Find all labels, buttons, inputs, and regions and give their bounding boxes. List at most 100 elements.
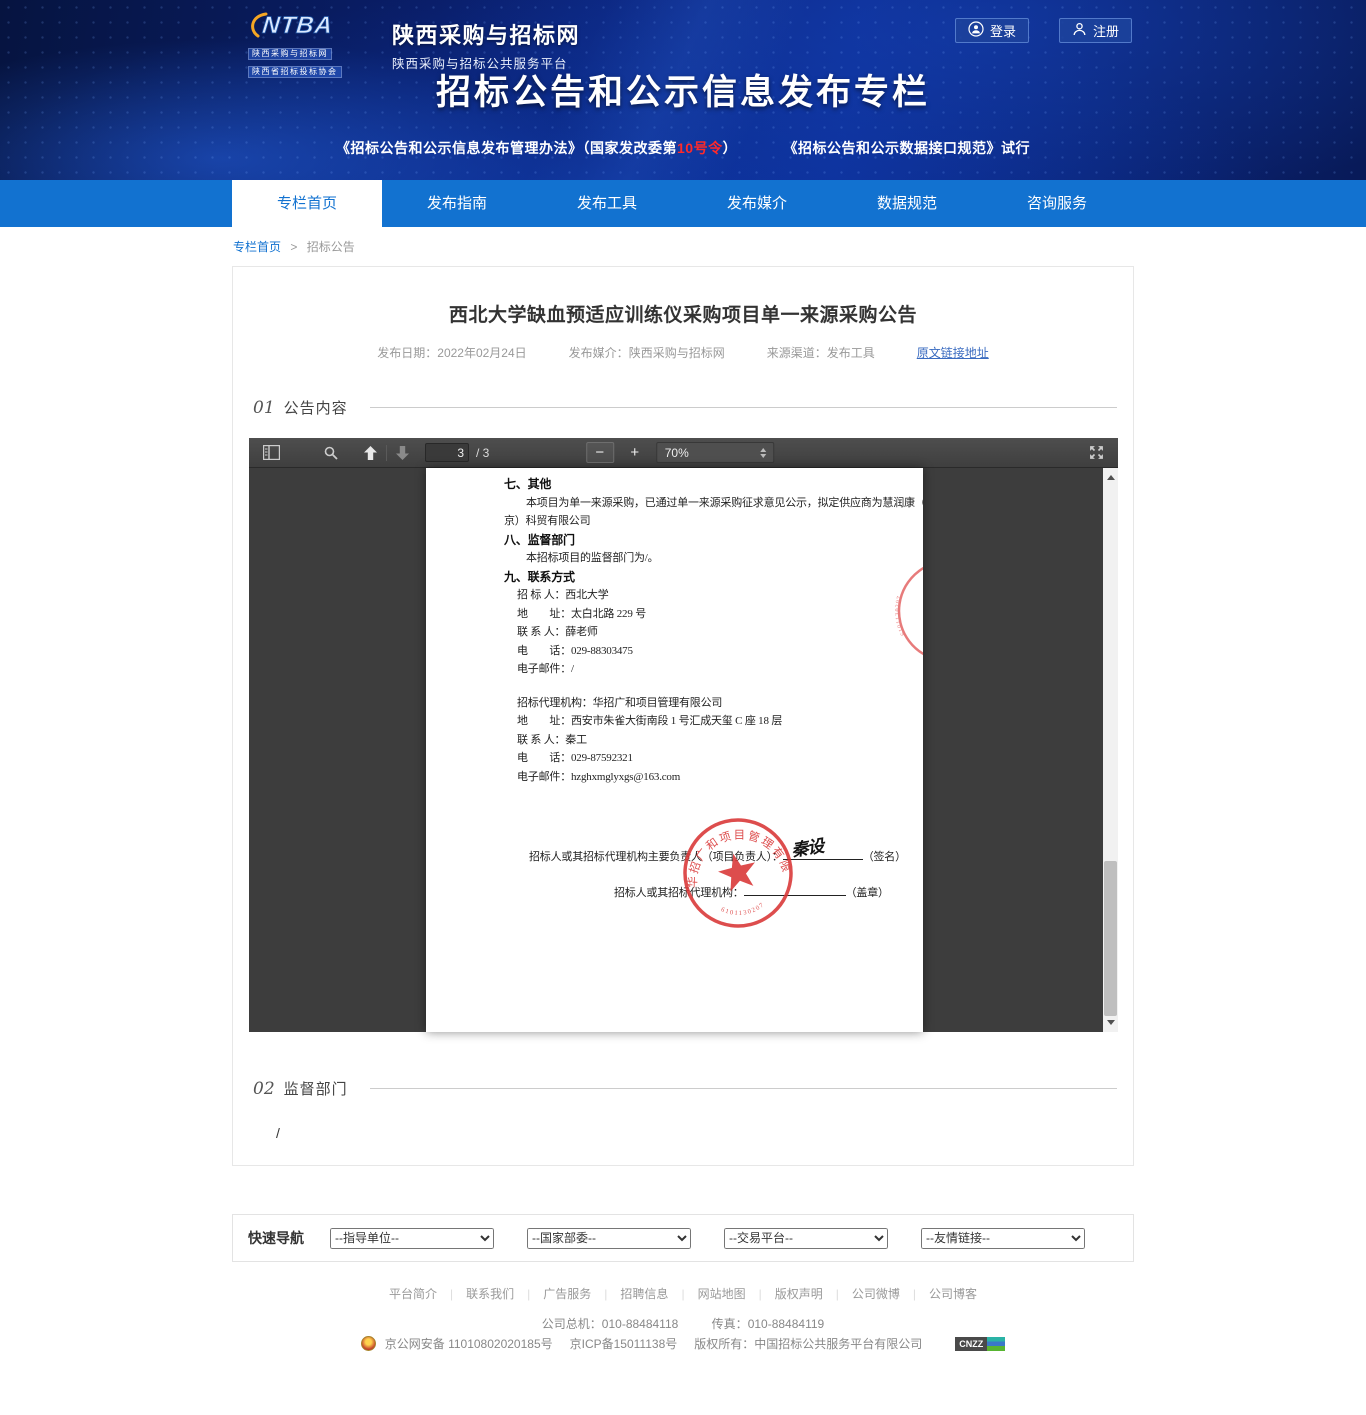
sidebar-toggle-icon <box>263 445 280 460</box>
fullscreen-button[interactable] <box>1089 445 1104 463</box>
nav-tab-5[interactable]: 咨询服务 <box>982 180 1132 227</box>
beian-icp: 京ICP备15011138号 <box>570 1335 678 1352</box>
footer-link-separator: | <box>604 1287 607 1301</box>
section-1-number: 01 <box>253 398 275 418</box>
nav-tab-1[interactable]: 发布指南 <box>382 180 532 227</box>
doc-line: 电子邮件：hzghxmglyxgs@163.com <box>504 768 923 787</box>
doc-line: 联 系 人：秦工 <box>504 731 923 750</box>
nav-tab-2[interactable]: 发布工具 <box>532 180 682 227</box>
section-divider-line <box>370 1088 1117 1089</box>
register-button[interactable]: 注册 <box>1059 18 1132 43</box>
section-1-header: 01 公告内容 <box>253 397 1117 418</box>
main-nav: 专栏首页发布指南发布工具发布媒介数据规范咨询服务 <box>0 180 1366 227</box>
quicknav-select-0[interactable]: --指导单位-- <box>330 1228 494 1249</box>
footer-beian-row: 京公网安备 11010802020185号 京ICP备15011138号 版权所… <box>0 1335 1366 1352</box>
page-down-button[interactable] <box>394 444 411 462</box>
doc-line: 电 话：029-87592321 <box>504 749 923 768</box>
footer-link-4[interactable]: 网站地图 <box>698 1285 746 1302</box>
red-stamp: 华招广和项目管理有限公司 6101130207 <box>676 811 800 935</box>
quicknav-select-3[interactable]: --友情链接-- <box>921 1228 1085 1249</box>
footer-link-separator: | <box>681 1287 684 1301</box>
pdf-page: 七、其他本项目为单一来源采购，已通过单一来源采购征求意见公示，拟定供应商为慧润康… <box>426 468 923 1032</box>
doc-line: 地 址：太白北路 229 号 <box>504 605 923 624</box>
sidebar-toggle-button[interactable] <box>261 443 282 462</box>
pdf-doc-blocks: 七、其他本项目为单一来源采购，已通过单一来源采购征求意见公示，拟定供应商为慧润康… <box>426 468 923 786</box>
footer-link-separator: | <box>913 1287 916 1301</box>
login-user-icon <box>968 21 984 40</box>
doc-line: 联 系 人：薛老师 <box>504 623 923 642</box>
doc-heading: 七、其他 <box>504 475 923 494</box>
site-name: 陕西采购与招标网 <box>392 18 580 50</box>
police-badge-icon <box>361 1336 376 1351</box>
doc-heading: 九、联系方式 <box>504 568 923 587</box>
cnzz-stripes-icon <box>987 1337 1005 1351</box>
footer-link-2[interactable]: 广告服务 <box>543 1285 591 1302</box>
article-container: 西北大学缺血预适应训练仪采购项目单一来源采购公告 发布日期：2022年02月24… <box>232 266 1134 1166</box>
footer-link-7[interactable]: 公司博客 <box>929 1285 977 1302</box>
article-title: 西北大学缺血预适应训练仪采购项目单一来源采购公告 <box>233 300 1133 327</box>
register-user-icon <box>1072 22 1087 40</box>
footer-link-0[interactable]: 平台简介 <box>389 1285 437 1302</box>
page-total: / 3 <box>476 446 489 460</box>
login-button[interactable]: 登录 <box>955 18 1029 43</box>
cnzz-badge[interactable]: CNZZ <box>955 1337 1005 1351</box>
arrow-down-icon <box>396 446 409 460</box>
zoom-in-button[interactable]: + <box>623 442 647 463</box>
nav-tab-3[interactable]: 发布媒介 <box>682 180 832 227</box>
doc-line: 招 标 人：西北大学 <box>504 586 923 605</box>
doc-line: 本招标项目的监督部门为/。 <box>504 549 923 568</box>
zoom-select[interactable]: 70% <box>656 442 774 463</box>
pdf-scrollbar[interactable] <box>1103 468 1118 1032</box>
original-link[interactable]: 原文链接地址 <box>917 344 989 361</box>
breadcrumb-home-link[interactable]: 专栏首页 <box>233 240 281 254</box>
doc-heading: 八、监督部门 <box>504 531 923 550</box>
edge-partial-stamp: 6101130207 <box>891 553 923 673</box>
footer-link-5[interactable]: 版权声明 <box>775 1285 823 1302</box>
footer-phone-row: 公司总机：010-88484118 传真：010-88484119 <box>0 1315 1366 1332</box>
scrollbar-thumb[interactable] <box>1104 861 1117 1016</box>
footer-link-separator: | <box>836 1287 839 1301</box>
scroll-up-arrow[interactable] <box>1103 470 1118 485</box>
publish-date: 发布日期：2022年02月24日 <box>377 344 526 361</box>
footer-link-separator: | <box>527 1287 530 1301</box>
section-2-header: 02 监督部门 <box>253 1078 1117 1099</box>
banner-subtitle-highlight: 10号令 <box>677 140 723 156</box>
quicknav-select-2[interactable]: --交易平台-- <box>724 1228 888 1249</box>
footer-link-3[interactable]: 招聘信息 <box>620 1285 668 1302</box>
footer-links: 平台简介|联系我们|广告服务|招聘信息|网站地图|版权声明|公司微博|公司博客 <box>0 1285 1366 1302</box>
doc-line: 招标代理机构：华招广和项目管理有限公司 <box>504 694 923 713</box>
site-header: NTBA 陕西采购与招标网 陕西省招标投标协会 陕西采购与招标网 陕西采购与招标… <box>0 0 1366 180</box>
section-2-number: 02 <box>253 1079 275 1099</box>
nav-tab-4[interactable]: 数据规范 <box>832 180 982 227</box>
section-1-title: 公告内容 <box>284 397 348 418</box>
zoom-spinner-icon <box>760 448 773 458</box>
scroll-down-arrow[interactable] <box>1103 1015 1118 1030</box>
footer-link-6[interactable]: 公司微博 <box>852 1285 900 1302</box>
banner-subtitle-right: 《招标公告和公示数据接口规范》试行 <box>783 140 1030 156</box>
doc-line: 电 话：029-88303475 <box>504 642 923 661</box>
quicknav-label: 快速导航 <box>248 1228 304 1248</box>
nav-tab-0[interactable]: 专栏首页 <box>232 180 382 227</box>
logo-mini-line1: 陕西采购与招标网 <box>248 48 332 60</box>
signature-line-1: 招标人或其招标代理机构主要负责人（项目负责人）：秦设（签名） <box>426 848 923 864</box>
page-number-input[interactable] <box>425 443 469 462</box>
quicknav-selects: --指导单位-- --国家部委-- --交易平台-- --友情链接-- <box>330 1228 1085 1249</box>
svg-text:6101130207: 6101130207 <box>718 896 767 922</box>
search-button[interactable] <box>322 444 340 462</box>
footer-link-separator: | <box>759 1287 762 1301</box>
source-channel: 来源渠道：发布工具 <box>767 344 875 361</box>
register-label: 注册 <box>1093 21 1119 40</box>
section-divider-line <box>370 407 1117 408</box>
pdf-toolbar: / 3 − + 70% <box>249 438 1118 468</box>
login-label: 登录 <box>990 21 1016 40</box>
footer-link-1[interactable]: 联系我们 <box>466 1285 514 1302</box>
article-meta: 发布日期：2022年02月24日 发布媒介：陕西采购与招标网 来源渠道：发布工具… <box>233 344 1133 361</box>
fullscreen-icon <box>1089 445 1104 460</box>
svg-text:6101130207: 6101130207 <box>891 595 912 637</box>
page-up-button[interactable] <box>362 444 379 462</box>
section-2-title: 监督部门 <box>284 1078 348 1099</box>
doc-line: 本项目为单一来源采购，已通过单一来源采购征求意见公示，拟定供应商为慧润康（北 <box>504 494 923 513</box>
quicknav-select-1[interactable]: --国家部委-- <box>527 1228 691 1249</box>
zoom-out-button[interactable]: − <box>586 442 614 463</box>
section-2-content: / <box>276 1125 1133 1141</box>
